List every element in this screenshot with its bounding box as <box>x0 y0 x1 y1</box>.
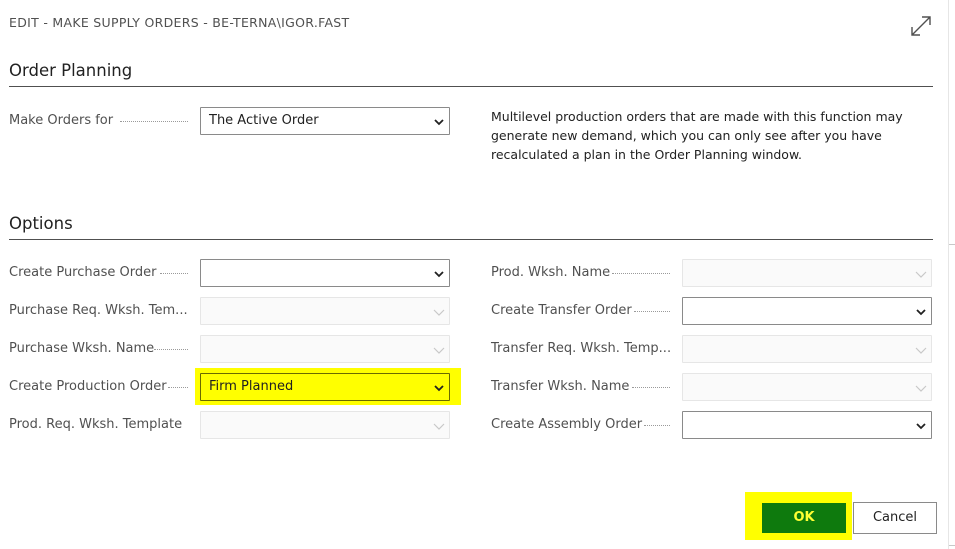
transfer-req-wksh-template-label: Transfer Req. Wksh. Temp... <box>491 341 672 356</box>
label-leader-dots <box>644 425 670 426</box>
prod-wksh-name-label: Prod. Wksh. Name <box>491 265 611 280</box>
create-purchase-order-label: Create Purchase Order <box>9 265 157 280</box>
order-planning-heading: Order Planning <box>9 61 133 80</box>
create-assembly-order-label: Create Assembly Order <box>491 417 643 432</box>
label-leader-dots <box>154 349 188 350</box>
transfer-wksh-name-select <box>682 373 932 401</box>
create-assembly-order-select[interactable] <box>682 411 932 439</box>
label-leader-dots <box>120 121 188 122</box>
create-purchase-order-select[interactable] <box>200 259 450 287</box>
chevron-down-icon <box>915 347 927 354</box>
chevron-down-icon <box>915 271 927 278</box>
chevron-down-icon <box>433 423 445 430</box>
chevron-down-icon <box>916 309 926 316</box>
chevron-down-icon <box>434 119 444 126</box>
chevron-down-icon <box>434 385 444 392</box>
cancel-button[interactable]: Cancel <box>853 502 937 534</box>
purchase-wksh-name-label: Purchase Wksh. Name <box>9 341 155 356</box>
label-leader-dots <box>160 273 188 274</box>
prod-req-wksh-template-label: Prod. Req. Wksh. Template <box>9 417 183 432</box>
purchase-req-wksh-template-label: Purchase Req. Wksh. Tem... <box>9 303 188 318</box>
make-orders-for-label: Make Orders for <box>9 113 114 128</box>
label-leader-dots <box>612 273 670 274</box>
chevron-down-icon <box>433 347 445 354</box>
section-divider <box>9 239 933 240</box>
chevron-down-icon <box>916 423 926 430</box>
chevron-down-icon <box>433 309 445 316</box>
ok-button[interactable]: OK <box>762 503 846 533</box>
transfer-req-wksh-template-select <box>682 335 932 363</box>
label-leader-dots <box>632 387 670 388</box>
purchase-req-wksh-template-select <box>200 297 450 325</box>
prod-wksh-name-select <box>682 259 932 287</box>
edge-tick <box>949 244 955 245</box>
label-leader-dots <box>634 311 670 312</box>
create-transfer-order-select[interactable] <box>682 297 932 325</box>
make-orders-for-select[interactable]: The Active Order <box>200 107 450 135</box>
expand-icon[interactable] <box>909 14 933 38</box>
chevron-down-icon <box>434 271 444 278</box>
create-production-order-select[interactable]: Firm Planned <box>200 373 450 401</box>
label-leader-dots <box>168 387 188 388</box>
make-orders-for-value: The Active Order <box>209 113 319 128</box>
create-production-order-label: Create Production Order <box>9 379 167 394</box>
section-divider <box>9 86 933 87</box>
page-edge <box>948 0 949 549</box>
purchase-wksh-name-select <box>200 335 450 363</box>
info-text: Multilevel production orders that are ma… <box>491 109 903 162</box>
prod-req-wksh-template-select <box>200 411 450 439</box>
dialog-title: EDIT - MAKE SUPPLY ORDERS - BE-TERNA\IGO… <box>9 15 350 30</box>
transfer-wksh-name-label: Transfer Wksh. Name <box>491 379 630 394</box>
options-heading: Options <box>9 214 73 233</box>
create-production-order-value: Firm Planned <box>209 379 294 394</box>
edge-tick <box>949 545 955 546</box>
chevron-down-icon <box>915 385 927 392</box>
create-transfer-order-label: Create Transfer Order <box>491 303 632 318</box>
